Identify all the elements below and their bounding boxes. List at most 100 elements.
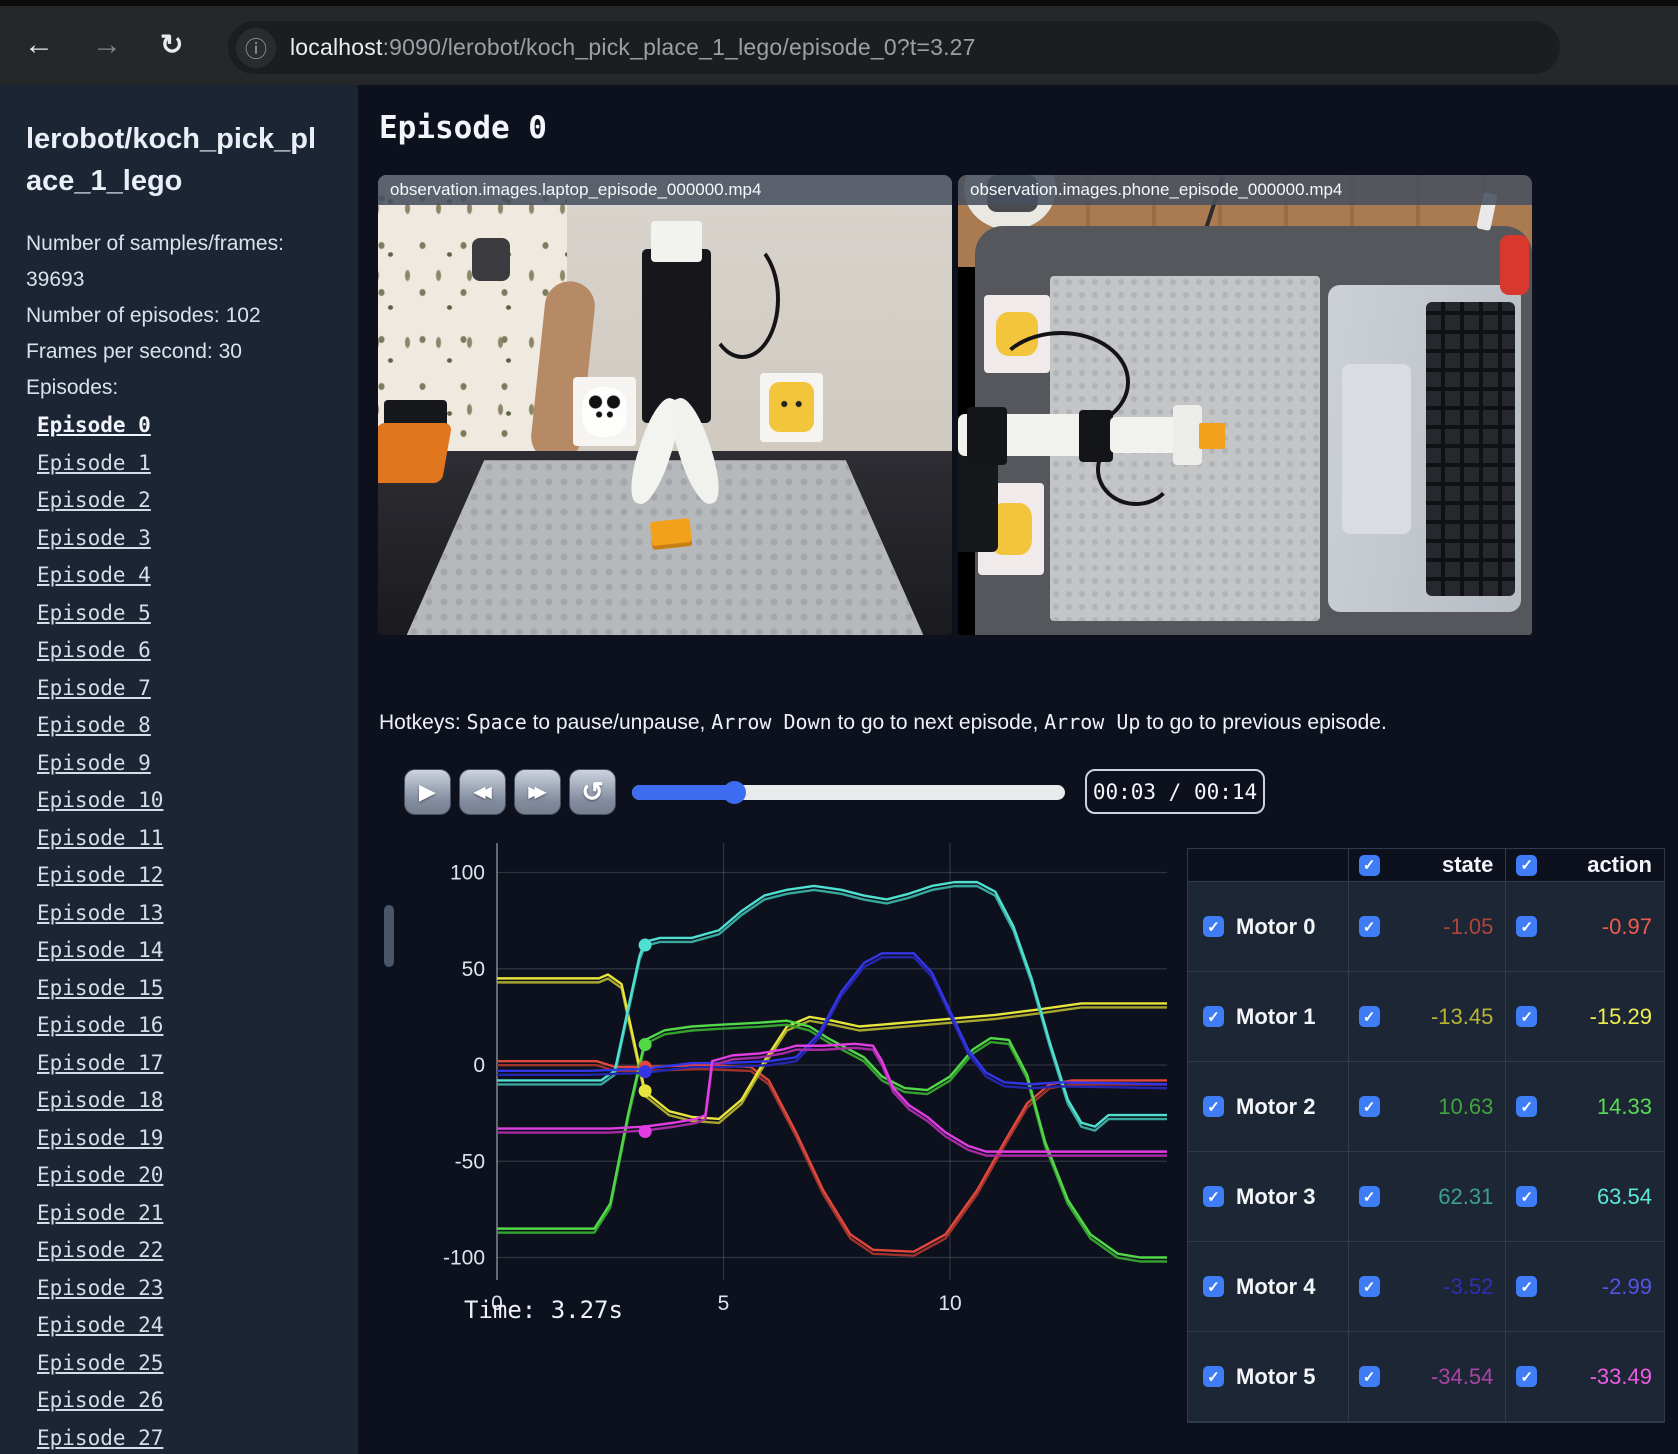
row-checkbox[interactable]: ✓ bbox=[1516, 1096, 1538, 1117]
video-player-phone[interactable]: observation.images.phone_episode_000000.… bbox=[958, 175, 1532, 635]
red-object bbox=[1500, 234, 1530, 295]
state-column-label: state bbox=[1441, 852, 1494, 877]
state-value-cell: ✓ -3.52 bbox=[1349, 1242, 1507, 1331]
state-value: -3.52 bbox=[1443, 1273, 1494, 1299]
dataset-title: lerobot/koch_pick_place_1_lego bbox=[26, 123, 317, 197]
video-filename-label: observation.images.phone_episode_000000.… bbox=[958, 175, 1532, 205]
sidebar-episode-link[interactable]: Episode 26 bbox=[37, 1388, 163, 1412]
list-item: Episode 5 bbox=[37, 596, 358, 634]
list-item: Episode 3 bbox=[37, 521, 358, 559]
sidebar-episode-link[interactable]: Episode 1 bbox=[37, 451, 151, 475]
sidebar-episode-link[interactable]: Episode 13 bbox=[37, 901, 163, 925]
list-item: Episode 13 bbox=[37, 896, 358, 934]
orange-lego-brick bbox=[1199, 423, 1225, 449]
sidebar-episode-link[interactable]: Episode 4 bbox=[37, 563, 151, 587]
state-value-cell: ✓ -13.45 bbox=[1349, 972, 1507, 1061]
sidebar-episode-link[interactable]: Episode 24 bbox=[37, 1313, 163, 1337]
reload-icon[interactable]: ↻ bbox=[160, 28, 183, 61]
state-value-cell: ✓ 10.63 bbox=[1349, 1062, 1507, 1151]
sidebar-episode-link[interactable]: Episode 0 bbox=[37, 413, 151, 437]
panda-sticker-card bbox=[573, 377, 637, 447]
row-checkbox[interactable]: ✓ bbox=[1516, 1366, 1538, 1387]
url-text[interactable]: localhost:9090/lerobot/koch_pick_place_1… bbox=[290, 34, 976, 61]
row-checkbox[interactable]: ✓ bbox=[1203, 1006, 1224, 1027]
sidebar-episode-link[interactable]: Episode 18 bbox=[37, 1088, 163, 1112]
list-item: Episode 8 bbox=[37, 708, 358, 746]
row-checkbox[interactable]: ✓ bbox=[1358, 1006, 1380, 1027]
sidebar-episode-link[interactable]: Episode 8 bbox=[37, 713, 151, 737]
sidebar-episode-link[interactable]: Episode 5 bbox=[37, 601, 151, 625]
row-checkbox[interactable]: ✓ bbox=[1516, 1006, 1538, 1027]
video-player-laptop[interactable]: observation.images.laptop_episode_000000… bbox=[378, 175, 952, 635]
sidebar-episode-link[interactable]: Episode 27 bbox=[37, 1426, 163, 1450]
action-value: -33.49 bbox=[1589, 1363, 1652, 1389]
sidebar-episode-link[interactable]: Episode 22 bbox=[37, 1238, 163, 1262]
row-checkbox[interactable]: ✓ bbox=[1516, 1186, 1538, 1207]
motor-name: Motor 0 bbox=[1236, 913, 1316, 939]
forward-icon[interactable]: → bbox=[92, 28, 122, 62]
row-checkbox[interactable]: ✓ bbox=[1516, 916, 1538, 937]
series-action-line-motor-2 bbox=[497, 1019, 1167, 1259]
action-value-cell: ✓ -33.49 bbox=[1506, 1332, 1664, 1421]
action-value-cell: ✓ 63.54 bbox=[1506, 1152, 1664, 1241]
dataset-stat-line: Number of episodes: 102 bbox=[26, 304, 261, 327]
sidebar-episode-link[interactable]: Episode 10 bbox=[37, 788, 163, 812]
motor-name: Motor 5 bbox=[1236, 1363, 1316, 1389]
sidebar-episode-link[interactable]: Episode 15 bbox=[37, 976, 163, 1000]
list-item: Episode 25 bbox=[37, 1346, 358, 1384]
hotkey-text: to go to previous episode. bbox=[1140, 711, 1387, 734]
row-checkbox[interactable]: ✓ bbox=[1358, 1096, 1380, 1117]
motor-chart[interactable]: 100500-50-1000 5 10 bbox=[370, 790, 1200, 1350]
row-checkbox[interactable]: ✓ bbox=[1203, 916, 1224, 937]
robot-gripper bbox=[1173, 405, 1202, 465]
sidebar-episode-link[interactable]: Episode 7 bbox=[37, 676, 151, 700]
episode-list: Episode 0 Episode 1 Episode 2 Episode 3 Epis… bbox=[37, 408, 358, 1454]
list-item: Episode 19 bbox=[37, 1121, 358, 1159]
sidebar-episode-link[interactable]: Episode 25 bbox=[37, 1351, 163, 1375]
sidebar-episode-link[interactable]: Episode 2 bbox=[37, 488, 151, 512]
robot-wire bbox=[1095, 432, 1177, 507]
sidebar-episode-link[interactable]: Episode 23 bbox=[37, 1276, 163, 1300]
laptop-trackpad bbox=[1341, 363, 1411, 534]
svg-text:0: 0 bbox=[473, 1054, 485, 1077]
sidebar-episode-link[interactable]: Episode 17 bbox=[37, 1051, 163, 1075]
table-row: ✓ Motor 4 ✓ -3.52 ✓ -2.99 bbox=[1188, 1242, 1664, 1332]
row-checkbox[interactable]: ✓ bbox=[1358, 916, 1380, 937]
row-checkbox[interactable]: ✓ bbox=[1358, 1186, 1380, 1207]
sidebar-episode-link[interactable]: Episode 6 bbox=[37, 638, 151, 662]
state-value: 62.31 bbox=[1438, 1183, 1494, 1209]
axis-tick-labels: 100500-50-1000 5 10 bbox=[443, 862, 962, 1316]
svg-text:100: 100 bbox=[450, 862, 485, 885]
row-checkbox[interactable]: ✓ bbox=[1203, 1096, 1224, 1117]
hugging-face-sticker-card bbox=[759, 372, 823, 442]
state-column-checkbox[interactable]: ✓ bbox=[1358, 854, 1380, 876]
state-value: -1.05 bbox=[1443, 913, 1494, 939]
row-checkbox[interactable]: ✓ bbox=[1358, 1276, 1380, 1297]
sidebar-episode-link[interactable]: Episode 9 bbox=[37, 751, 151, 775]
row-checkbox[interactable]: ✓ bbox=[1203, 1186, 1224, 1207]
row-checkbox[interactable]: ✓ bbox=[1203, 1366, 1224, 1387]
site-info-icon[interactable]: ⓘ bbox=[236, 27, 276, 68]
sidebar-episode-link[interactable]: Episode 20 bbox=[37, 1163, 163, 1187]
sidebar-episode-link[interactable]: Episode 12 bbox=[37, 863, 163, 887]
sidebar-episode-link[interactable]: Episode 11 bbox=[37, 826, 163, 850]
motor-name: Motor 3 bbox=[1236, 1183, 1316, 1209]
dataset-stats: Number of samples/frames: 39693 Number of… bbox=[26, 226, 311, 370]
address-bar[interactable]: ⓘ localhost:9090/lerobot/koch_pick_place… bbox=[228, 21, 1560, 74]
list-item: Episode 12 bbox=[37, 858, 358, 896]
back-icon[interactable]: ← bbox=[24, 28, 54, 62]
action-column-checkbox[interactable]: ✓ bbox=[1516, 854, 1538, 876]
state-value: -34.54 bbox=[1430, 1363, 1494, 1389]
video-filename-label: observation.images.laptop_episode_000000… bbox=[378, 175, 952, 205]
row-checkbox[interactable]: ✓ bbox=[1203, 1276, 1224, 1297]
sidebar-episode-link[interactable]: Episode 21 bbox=[37, 1201, 163, 1225]
sidebar-episode-link[interactable]: Episode 16 bbox=[37, 1013, 163, 1037]
row-checkbox[interactable]: ✓ bbox=[1516, 1276, 1538, 1297]
list-item: Episode 11 bbox=[37, 821, 358, 859]
row-checkbox[interactable]: ✓ bbox=[1358, 1366, 1380, 1387]
laptop-keyboard bbox=[1426, 301, 1515, 596]
sidebar-episode-link[interactable]: Episode 19 bbox=[37, 1126, 163, 1150]
sidebar-episode-link[interactable]: Episode 3 bbox=[37, 526, 151, 550]
list-item: Episode 26 bbox=[37, 1383, 358, 1421]
sidebar-episode-link[interactable]: Episode 14 bbox=[37, 938, 163, 962]
